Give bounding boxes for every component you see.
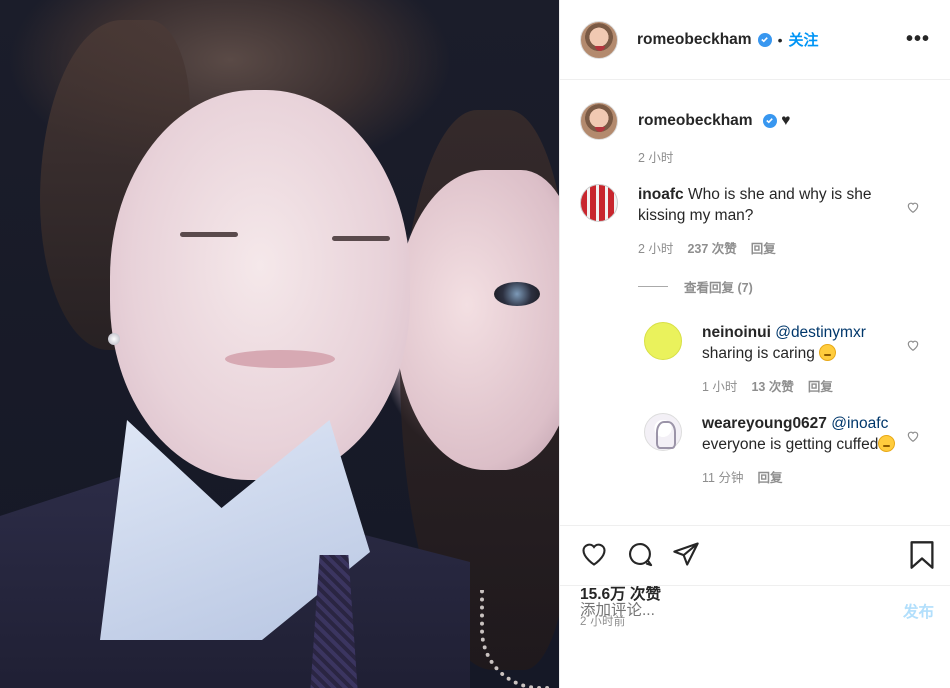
share-paper-plane-icon[interactable] (672, 540, 700, 568)
photo-eye (494, 282, 540, 306)
post-side-panel: romeobeckham • 关注 ••• romeobeckham ♥ 2 小… (559, 0, 950, 688)
username-link[interactable]: neinoinui (702, 324, 771, 341)
emoji-icon (819, 344, 837, 361)
avatar[interactable] (580, 20, 618, 59)
reply-button[interactable]: 回复 (751, 238, 776, 257)
comment-time[interactable]: 2 小时 (638, 238, 673, 257)
comment-time[interactable]: 11 分钟 (702, 467, 743, 486)
post-header: romeobeckham • 关注 ••• (560, 0, 950, 80)
verified-badge-icon (757, 32, 772, 47)
photo-eye (180, 232, 238, 237)
username-link[interactable]: weareyoung0627 (702, 415, 827, 432)
avatar[interactable] (644, 413, 682, 451)
reply-button[interactable]: 回复 (808, 376, 833, 395)
bookmark-icon[interactable] (908, 540, 936, 570)
caption-time[interactable]: 2 小时 (638, 147, 673, 166)
comment-likes[interactable]: 13 次赞 (751, 376, 793, 395)
verified-badge-icon (762, 113, 777, 128)
like-heart-icon[interactable] (580, 540, 608, 568)
add-comment-bar: 发布 (560, 585, 950, 635)
list-item: neinoinui @destinymxr sharing is caring … (644, 322, 950, 395)
caption-text: ♥ (781, 112, 791, 129)
comment-time[interactable]: 1 小时 (702, 376, 737, 395)
view-replies-label: 查看回复 (7) (684, 281, 753, 295)
caption: romeobeckham ♥ 2 小时 (580, 102, 950, 166)
comments-list[interactable]: romeobeckham ♥ 2 小时 inoafc Who is she an… (560, 80, 950, 525)
username-link[interactable]: inoafc (638, 186, 684, 203)
view-replies-button[interactable]: 查看回复 (7) (638, 277, 950, 296)
like-comment-heart-icon[interactable] (906, 429, 920, 443)
post-photo[interactable] (0, 0, 559, 688)
post-actions: 15.6万 次赞 2 小时前 发布 (560, 525, 950, 635)
avatar[interactable] (644, 322, 682, 360)
emoji-icon (878, 435, 896, 452)
photo-chain (480, 590, 550, 688)
avatar[interactable] (580, 102, 618, 140)
more-options-button[interactable]: ••• (906, 28, 930, 51)
follow-button[interactable]: 关注 (788, 29, 818, 50)
like-comment-heart-icon[interactable] (906, 338, 920, 352)
list-item: inoafc Who is she and why is she kissing… (580, 184, 950, 257)
photo-earring (108, 333, 120, 345)
comment-likes[interactable]: 237 次赞 (687, 238, 736, 257)
comment-text: everyone is getting cuffed (702, 436, 879, 453)
reply-button[interactable]: 回复 (757, 467, 782, 486)
like-comment-heart-icon[interactable] (906, 200, 920, 214)
list-item: weareyoung0627 @inoafc everyone is getti… (644, 413, 950, 486)
mention-link[interactable]: @inoafc (831, 415, 888, 432)
photo-lips (225, 350, 335, 368)
photo-face-boy (110, 90, 410, 480)
separator-dot: • (777, 31, 783, 48)
avatar[interactable] (580, 184, 618, 222)
post-comment-button[interactable]: 发布 (903, 600, 934, 622)
comment-bubble-icon[interactable] (626, 540, 654, 568)
comment-input[interactable] (580, 601, 903, 620)
username-link[interactable]: romeobeckham (637, 31, 752, 49)
mention-link[interactable]: @destinymxr (775, 324, 866, 341)
username-link[interactable]: romeobeckham (638, 112, 753, 129)
comment-text: sharing is caring (702, 345, 815, 362)
photo-eye (332, 236, 390, 241)
